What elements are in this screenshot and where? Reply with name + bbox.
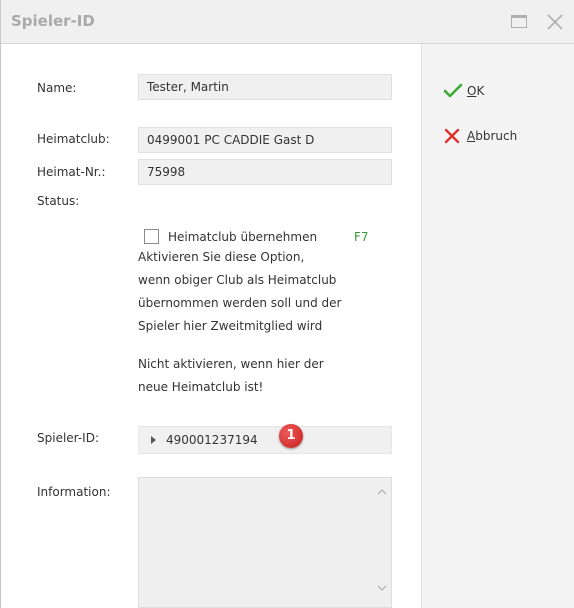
heimatclub-checkbox[interactable]	[144, 229, 159, 244]
close-icon	[547, 14, 563, 30]
dialog-window: Spieler-ID Name: Tester, Martin Heimatcl…	[0, 0, 574, 608]
cancel-label: Abbruch	[467, 129, 518, 143]
option-note: Nicht aktivieren, wenn hier der neue Hei…	[138, 353, 324, 399]
name-field[interactable]: Tester, Martin	[138, 74, 392, 100]
description-line: Spieler hier Zweitmitglied wird	[138, 319, 323, 333]
check-icon	[443, 83, 463, 98]
close-button[interactable]	[545, 12, 567, 32]
heimatclub-label: Heimatclub:	[37, 132, 110, 146]
callout-badge: 1	[279, 424, 303, 448]
description-line: Aktivieren Sie diese Option,	[138, 250, 305, 264]
note-line: Nicht aktivieren, wenn hier der	[138, 357, 324, 371]
ok-label: OK	[467, 84, 485, 98]
checkbox-label[interactable]: Heimatclub übernehmen	[168, 229, 317, 245]
shortcut-label: F7	[354, 230, 369, 244]
scroll-up-icon[interactable]	[376, 487, 388, 497]
option-description: Aktivieren Sie diese Option, wenn obiger…	[138, 246, 341, 338]
heimatnr-field[interactable]: 75998	[138, 159, 392, 185]
heimatnr-label: Heimat-Nr.:	[37, 165, 106, 179]
information-label: Information:	[37, 485, 111, 499]
note-line: neue Heimatclub ist!	[138, 380, 264, 394]
description-line: wenn obiger Club als Heimatclub	[138, 273, 337, 287]
heimatclub-field[interactable]: 0499001 PC CADDIE Gast D	[138, 127, 392, 153]
spielerid-field[interactable]: 490001237194	[138, 426, 392, 454]
maximize-icon	[511, 15, 527, 28]
window-title: Spieler-ID	[11, 12, 95, 30]
spielerid-label: Spieler-ID:	[37, 431, 99, 445]
expand-arrow-icon[interactable]	[151, 436, 156, 444]
description-line: übernommen werden soll und der	[138, 296, 342, 310]
spielerid-value: 490001237194	[166, 433, 258, 447]
status-label: Status:	[37, 194, 80, 208]
title-bar: Spieler-ID	[1, 0, 574, 44]
name-label: Name:	[37, 81, 77, 95]
x-icon	[444, 128, 460, 144]
scroll-down-icon[interactable]	[376, 583, 388, 593]
maximize-button[interactable]	[509, 12, 531, 32]
information-textarea[interactable]	[138, 477, 392, 608]
